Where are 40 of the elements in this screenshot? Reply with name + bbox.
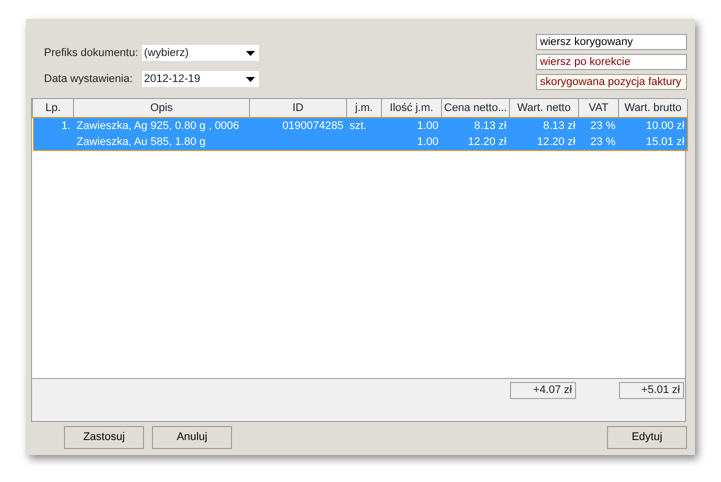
column-header[interactable]: ID [250, 99, 346, 117]
table-cell: 1.00 [382, 134, 442, 150]
table-cell: 15.01 zł [618, 134, 688, 150]
table-cell: 0190074285 [250, 117, 346, 134]
column-header[interactable]: Opis [74, 99, 250, 117]
dropdown-arrow-icon [246, 50, 255, 56]
field-label: Data wystawienia: [44, 72, 134, 87]
table-cell: 10.00 zł [618, 117, 688, 134]
table-cell: 23 % [578, 117, 618, 134]
column-header[interactable]: Ilość j.m. [382, 99, 442, 117]
column-header[interactable]: Wart. netto [510, 99, 578, 117]
dropdown-value: (wybierz) [144, 46, 189, 61]
action-button[interactable]: Anuluj [152, 426, 232, 449]
table-cell: 12.20 zł [510, 134, 578, 150]
table-cell: szt. [346, 117, 382, 134]
table-cell: 1.00 [382, 117, 442, 134]
table-cell: 1. [32, 117, 74, 134]
action-button[interactable]: Zastosuj [64, 426, 144, 449]
table-cell: Zawieszka, Ag 925, 0.80 g , 0006 [74, 117, 250, 134]
column-header[interactable]: Lp. [32, 99, 74, 117]
dropdown-arrow-icon [246, 76, 255, 82]
table-cell: 12.20 zł [442, 134, 510, 150]
table-cell: 23 % [578, 134, 618, 150]
column-header[interactable]: Wart. brutto [618, 99, 688, 117]
dropdown-field[interactable]: 2012-12-19 [141, 70, 260, 88]
legend-label: wiersz po korekcie [536, 54, 687, 70]
dropdown-field[interactable]: (wybierz) [141, 44, 260, 62]
total-field: +4.07 zł [510, 382, 576, 399]
table-cell: 8.13 zł [442, 117, 510, 134]
legend-label: skorygowana pozycja faktury [536, 74, 687, 90]
action-button[interactable]: Edytuj [607, 426, 687, 449]
legend-label: wiersz korygowany [536, 34, 687, 50]
column-header[interactable]: j.m. [346, 99, 382, 117]
table-cell: 8.13 zł [510, 117, 578, 134]
column-header[interactable]: VAT [578, 99, 618, 117]
column-header[interactable]: Cena netto... [442, 99, 510, 117]
dropdown-value: 2012-12-19 [144, 72, 200, 87]
total-field: +5.01 zł [619, 382, 684, 399]
table-cell: Zawieszka, Au 585, 1.80 g [74, 134, 250, 150]
field-label: Prefiks dokumentu: [44, 46, 140, 61]
